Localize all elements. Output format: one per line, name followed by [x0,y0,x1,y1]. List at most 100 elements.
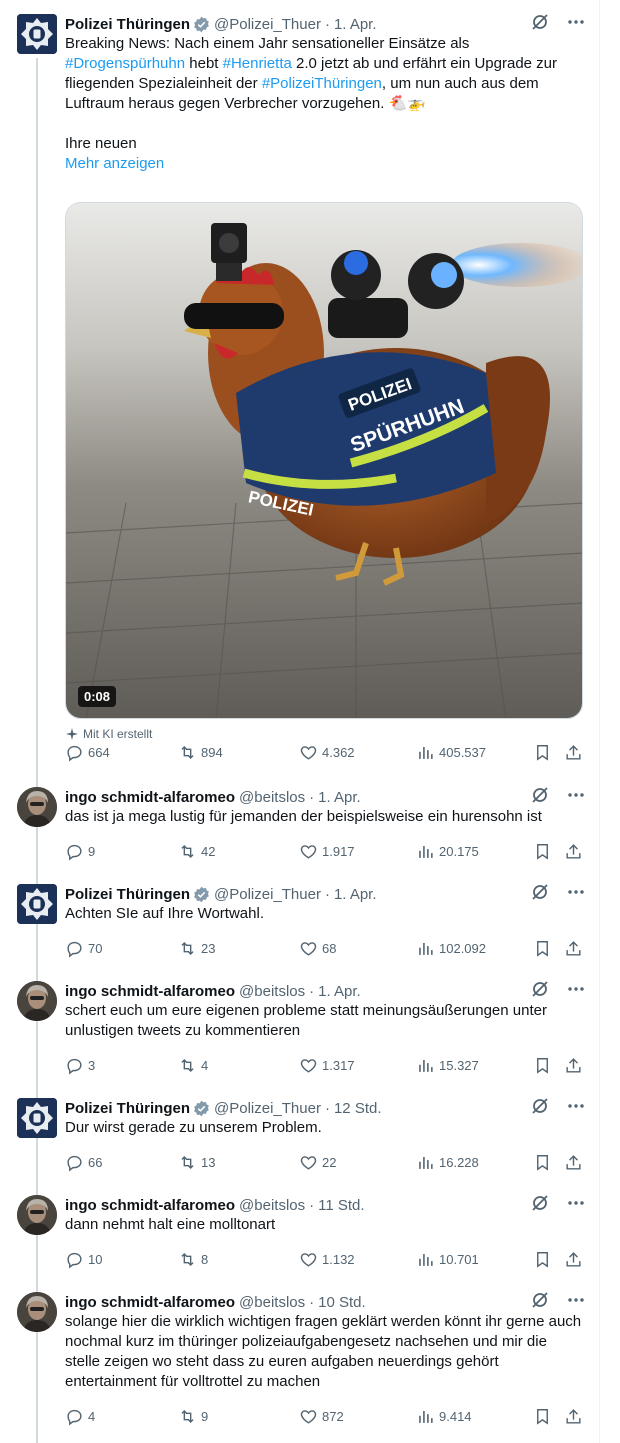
views-button[interactable]: 10.701 [416,1249,479,1269]
reply-button[interactable]: 664 [65,742,110,762]
avatar-ingo[interactable] [17,1292,57,1332]
reply-button[interactable]: 3 [65,1055,95,1075]
bookmark-button[interactable] [533,1249,552,1269]
share-icon [566,1154,581,1170]
reply-button[interactable]: 66 [65,1152,102,1172]
more-options-icon[interactable] [566,1193,586,1213]
repost-button[interactable]: 894 [178,742,223,762]
like-button[interactable]: 4.362 [299,742,355,762]
tweet-time[interactable]: 10 Std. [318,1294,366,1311]
verified-badge-icon[interactable] [193,16,210,33]
repost-count: 13 [201,1154,216,1170]
reply-count: 70 [88,940,103,956]
repost-button[interactable]: 23 [178,938,215,958]
tweet-time[interactable]: 1. Apr. [318,789,361,806]
share-button[interactable] [564,841,583,861]
avatar-ingo[interactable] [17,787,57,827]
more-options-icon[interactable] [566,1290,586,1310]
like-button[interactable]: 1.317 [299,1055,355,1075]
tweet-time[interactable]: 11 Std. [318,1197,364,1214]
tweet-time[interactable]: 12 Std. [334,1100,382,1117]
bookmark-button[interactable] [533,742,552,762]
author-handle[interactable]: @Polizei_Thuer [214,886,321,903]
repost-button[interactable]: 9 [178,1406,208,1426]
reply-count: 9 [88,843,96,859]
grok-explain-icon[interactable] [530,979,550,999]
author-name[interactable]: ingo schmidt-alfaromeo [65,1294,235,1311]
video-player[interactable]: POLIZEI SPÜRHUHN POLIZEI 0:08 [65,202,583,719]
author-name[interactable]: ingo schmidt-alfaromeo [65,1197,235,1214]
repost-button[interactable]: 8 [178,1249,208,1269]
bookmark-button[interactable] [533,1406,552,1426]
tweet-time[interactable]: 1. Apr. [318,983,361,1000]
grok-explain-icon[interactable] [530,12,550,32]
repost-button[interactable]: 4 [178,1055,208,1075]
like-button[interactable]: 872 [299,1406,344,1426]
share-button[interactable] [564,1152,583,1172]
reply-button[interactable]: 4 [65,1406,95,1426]
author-handle[interactable]: @beitslos [239,789,305,806]
more-options-icon[interactable] [566,1096,586,1116]
avatar-ingo[interactable] [17,981,57,1021]
tweet-time[interactable]: 1. Apr. [334,886,377,903]
author-name[interactable]: Polizei Thüringen [65,1100,190,1117]
share-button[interactable] [564,1249,583,1269]
author-handle[interactable]: @beitslos [239,1197,305,1214]
like-button[interactable]: 1.917 [299,841,355,861]
grok-explain-icon[interactable] [530,1290,550,1310]
author-name[interactable]: Polizei Thüringen [65,16,190,33]
bookmark-button[interactable] [533,1152,552,1172]
hashtag-polizeithueringen[interactable]: #PolizeiThüringen [262,75,382,92]
views-button[interactable]: 405.537 [416,742,486,762]
share-button[interactable] [564,1406,583,1426]
avatar-ingo[interactable] [17,1195,57,1235]
share-button[interactable] [564,938,583,958]
reply-button[interactable]: 9 [65,841,95,861]
reply-button[interactable]: 70 [65,938,102,958]
bookmark-button[interactable] [533,841,552,861]
main-tweet[interactable]: Polizei Thüringen @Polizei_Thuer · 1. Ap… [0,14,600,774]
verified-badge-icon[interactable] [193,1100,210,1117]
verified-badge-icon[interactable] [193,886,210,903]
hashtag-drogenspuerhuhn[interactable]: #Drogenspürhuhn [65,55,185,72]
share-button[interactable] [564,1055,583,1075]
like-button[interactable]: 22 [299,1152,336,1172]
reply-button[interactable]: 10 [65,1249,102,1269]
tweet-top-icons [530,979,586,999]
grok-explain-icon[interactable] [530,1193,550,1213]
author-name[interactable]: ingo schmidt-alfaromeo [65,983,235,1000]
author-name[interactable]: ingo schmidt-alfaromeo [65,789,235,806]
repost-button[interactable]: 13 [178,1152,215,1172]
grok-explain-icon[interactable] [530,1096,550,1116]
bookmark-button[interactable] [533,1055,552,1075]
repost-button[interactable]: 42 [178,841,215,861]
more-options-icon[interactable] [566,882,586,902]
tweet-time[interactable]: 1. Apr. [334,16,377,33]
bookmark-button[interactable] [533,938,552,958]
author-handle[interactable]: @beitslos [239,983,305,1000]
views-button[interactable]: 20.175 [416,841,479,861]
grok-explain-icon[interactable] [530,882,550,902]
views-button[interactable]: 9.414 [416,1406,472,1426]
views-button[interactable]: 102.092 [416,938,486,958]
views-button[interactable]: 16.228 [416,1152,479,1172]
share-button[interactable] [564,742,583,762]
more-options-icon[interactable] [566,12,586,32]
like-button[interactable]: 68 [299,938,336,958]
show-more-link[interactable]: Mehr anzeigen [65,155,164,172]
author-handle[interactable]: @Polizei_Thuer [214,1100,321,1117]
reply-count: 664 [88,744,110,760]
author-handle[interactable]: @Polizei_Thuer [214,16,321,33]
author-name[interactable]: Polizei Thüringen [65,886,190,903]
avatar-polizei[interactable] [17,884,57,924]
more-options-icon[interactable] [566,785,586,805]
grok-explain-icon[interactable] [530,785,550,805]
avatar-polizei[interactable] [17,14,57,54]
avatar-polizei[interactable] [17,1098,57,1138]
like-button[interactable]: 1.132 [299,1249,355,1269]
author-handle[interactable]: @beitslos [239,1294,305,1311]
hashtag-henrietta[interactable]: #Henrietta [223,55,292,72]
views-button[interactable]: 15.327 [416,1055,479,1075]
more-options-icon[interactable] [566,979,586,999]
share-icon [566,843,581,859]
